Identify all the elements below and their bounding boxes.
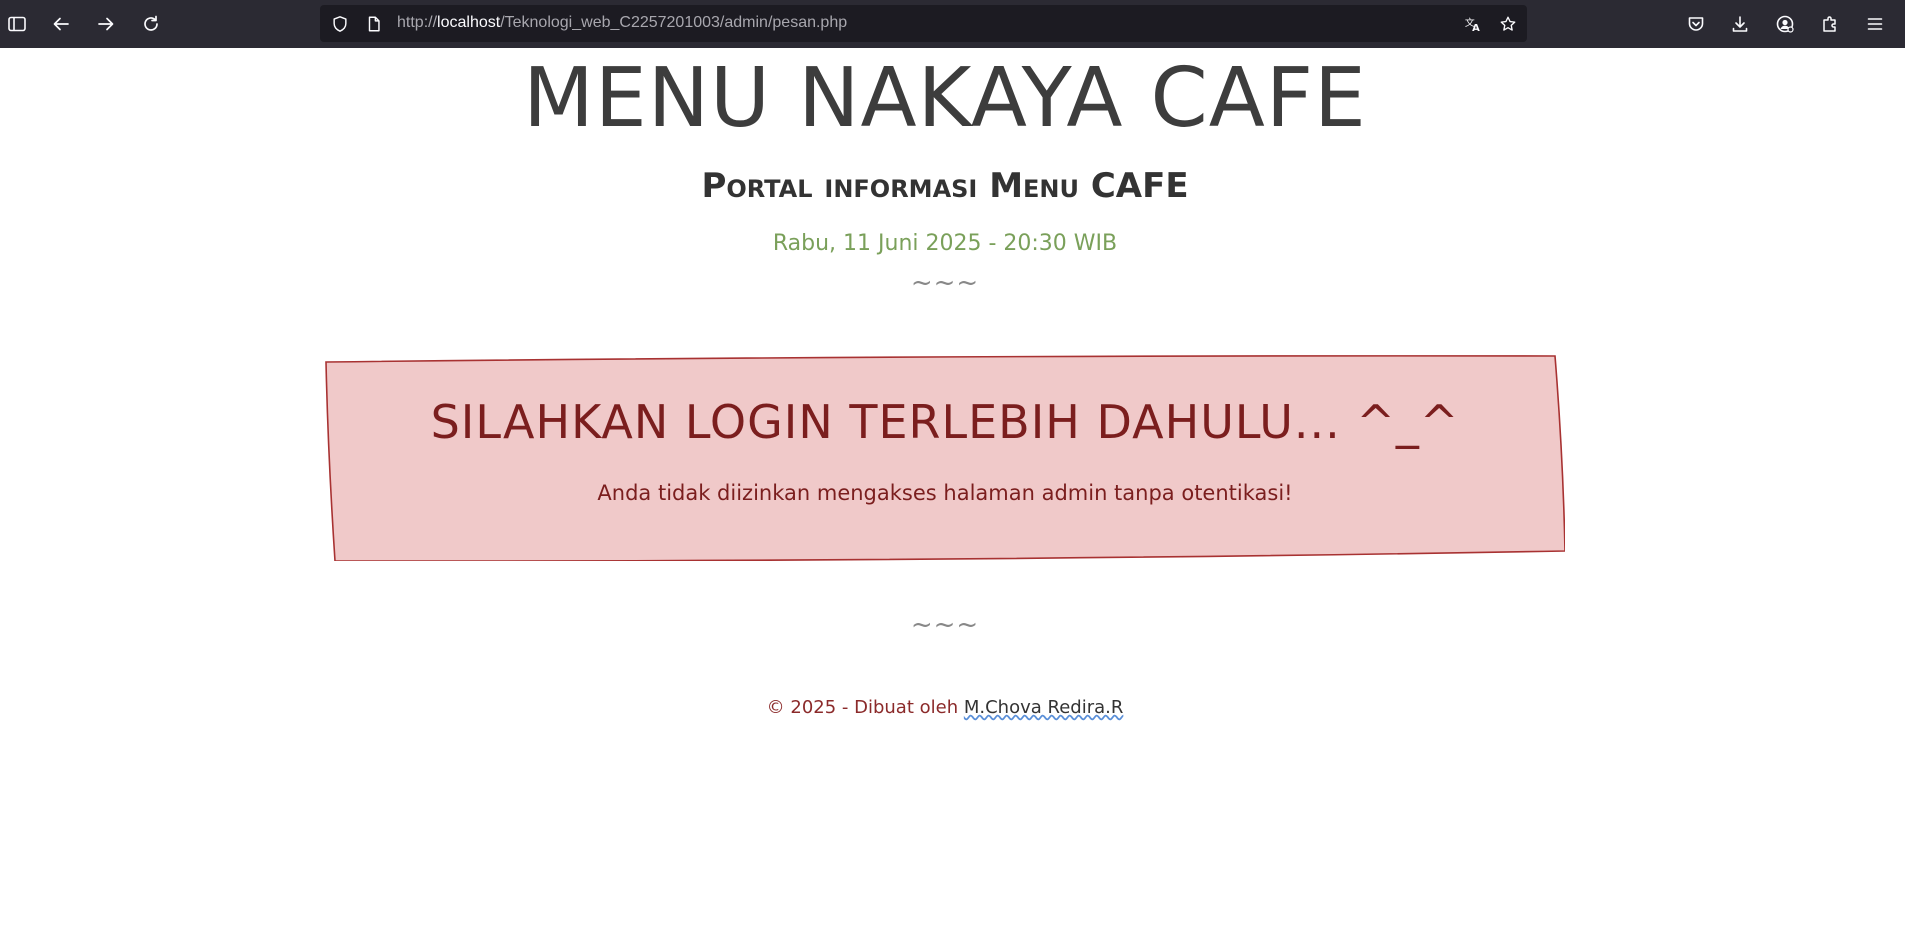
url-host: localhost [437,14,501,31]
reload-icon [144,15,158,31]
forward-arrow-icon [98,17,114,31]
alert-message: Anda tidak diizinkan mengakses halaman a… [597,481,1293,505]
page-content: MENU NAKAYA CAFE Portal informasi Menu C… [0,48,1905,947]
shield-icon[interactable] [330,14,350,34]
svg-text:A: A [1472,23,1480,33]
sidebar-toggle-button[interactable] [1,8,33,40]
author-name: M.Chova Redira.R [963,697,1124,718]
browser-toolbar: http://localhost/Teknologi_web_C22572010… [0,0,1905,48]
header-divider: ~~~ [910,268,980,298]
app-menu-button[interactable] [1859,8,1891,40]
hamburger-menu-icon [1867,18,1883,30]
extensions-button[interactable] [1814,8,1846,40]
page-icon[interactable] [364,14,384,34]
alert-box-shape [325,355,1565,561]
copyright-text: © 2025 - Dibuat oleh [766,697,964,718]
current-datetime: Rabu, 11 Juni 2025 - 20:30 WIB [772,231,1118,256]
alert-heading: SILAHKAN LOGIN TERLEBIH DAHULU... ^_^ [430,395,1460,449]
url-prefix: http:// [397,14,438,31]
login-alert-box: SILAHKAN LOGIN TERLEBIH DAHULU... ^_^ An… [325,355,1565,561]
translate-icon[interactable]: 文 A [1463,14,1483,34]
site-title: MENU NAKAYA CAFE [523,51,1367,146]
star-icon[interactable] [1498,14,1518,34]
reload-button[interactable] [135,8,167,40]
forward-button[interactable] [90,8,122,40]
account-icon [1776,15,1794,33]
back-arrow-icon [53,17,69,31]
downloads-button[interactable] [1724,8,1756,40]
footer-divider: ~~~ [910,610,980,640]
back-button[interactable] [45,8,77,40]
url-path: /Teknologi_web_C2257201003/admin/pesan.p… [500,14,848,31]
extensions-icon [1823,16,1836,32]
pocket-button[interactable] [1680,8,1712,40]
account-button[interactable] [1769,8,1801,40]
pocket-icon [1688,17,1704,31]
sidebar-icon [8,16,26,32]
site-subtitle: Portal informasi Menu CAFE [701,166,1189,206]
footer-copyright: © 2025 - Dibuat oleh M.Chova Redira.R [0,697,1890,718]
download-icon [1732,16,1748,32]
url-text[interactable]: http://localhost/Teknologi_web_C22572010… [397,14,847,32]
address-bar[interactable]: http://localhost/Teknologi_web_C22572010… [320,5,1527,42]
